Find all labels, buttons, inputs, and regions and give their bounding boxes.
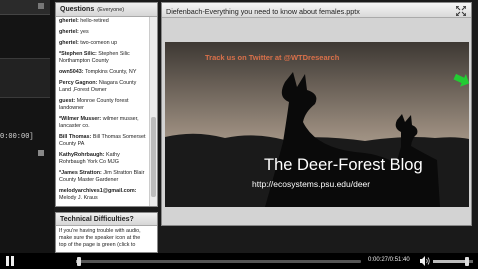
technical-text: If you're having trouble with audio, mak… xyxy=(59,228,141,248)
fullscreen-icon[interactable] xyxy=(456,6,466,16)
question-text: Tompkins County, NY xyxy=(84,69,137,75)
volume-handle[interactable] xyxy=(465,257,469,266)
pause-icon[interactable] xyxy=(4,256,16,266)
green-arrow-icon xyxy=(453,73,470,87)
volume-fill xyxy=(433,260,467,263)
question-author: ghertel: xyxy=(59,40,79,46)
question-item: *Stephen Silic: Stephen Silic Northampto… xyxy=(59,51,146,65)
left-panel-strip: 0:00:00] xyxy=(0,0,54,253)
timer-text: 0:00:00] xyxy=(0,133,34,141)
question-item: Bill Thomas: Bill Thomas Somerset County… xyxy=(59,134,146,148)
question-author: Percy Gagnon: xyxy=(59,80,98,86)
questions-list[interactable]: ghertel: hello-retired ghertel: yes gherte… xyxy=(56,17,149,206)
questions-header: Questions (Everyone) xyxy=(56,3,157,17)
questions-title: Questions xyxy=(60,6,95,13)
left-timer-panel: 0:00:00] xyxy=(0,58,50,141)
question-item: *James Stratton: Jim Stratton Blair Coun… xyxy=(59,170,146,184)
question-item: melodyarchives1@gmail.com: Melody J. Kra… xyxy=(59,188,146,202)
speaker-icon[interactable] xyxy=(420,256,430,266)
blog-url: http://ecosystems.psu.edu/deer xyxy=(252,179,371,189)
questions-scrollbar[interactable] xyxy=(149,17,157,206)
technical-header: Technical Difficulties? xyxy=(56,213,157,226)
progress-handle[interactable] xyxy=(76,257,81,266)
question-item: own5043: Tompkins County, NY xyxy=(59,69,146,76)
question-author: Bill Thomas: xyxy=(59,134,92,140)
twitter-caption: Track us on Twitter at @WTDresearch xyxy=(205,53,340,62)
question-item: KathyRohrbaugh: Kathy Rohrbaugh York Co … xyxy=(59,152,146,166)
question-item: guest: Monroe County forest landowner xyxy=(59,98,146,112)
question-author: ghertel: xyxy=(59,18,79,24)
presentation-title: Diefenbach-Everything you need to know a… xyxy=(162,3,471,18)
question-item: ghertel: two-comeon up xyxy=(59,40,146,47)
question-author: KathyRohrbaugh: xyxy=(59,152,105,158)
question-item: ghertel: yes xyxy=(59,29,146,36)
question-text: hello-retired xyxy=(80,18,109,24)
playback-bar: 0:00:27/0:51:40 xyxy=(0,253,478,269)
questions-pod: Questions (Everyone) ghertel: hello-retir… xyxy=(55,2,158,207)
technical-difficulties-pod: Technical Difficulties? If you're having… xyxy=(55,212,158,253)
volume-slider[interactable] xyxy=(433,257,473,266)
question-author: own5043: xyxy=(59,69,84,75)
question-item: Percy Gagnon: Niagara County Land ,Fores… xyxy=(59,80,146,94)
question-text: Melody J. Kraus xyxy=(59,195,98,201)
question-item: ghertel: hello-retired xyxy=(59,18,146,25)
questions-audience: (Everyone) xyxy=(97,7,125,13)
question-author: *Wilmer Musser: xyxy=(59,116,102,122)
question-author: *Stephen Silic: xyxy=(59,51,97,57)
question-author: *James Stratton: xyxy=(59,170,102,176)
blog-title: The Deer-Forest Blog xyxy=(264,156,423,174)
playback-timecode: 0:00:27/0:51:40 xyxy=(368,257,410,263)
question-item: *Wilmer Musser: wilmer musser, lancaster… xyxy=(59,116,146,130)
question-text: two-comeon up xyxy=(80,40,118,46)
question-author: ghertel: xyxy=(59,29,79,35)
question-author: guest: xyxy=(59,98,76,104)
presentation-pod: Diefenbach-Everything you need to know a… xyxy=(161,2,472,226)
question-text: yes xyxy=(80,29,89,35)
collapse-icon[interactable] xyxy=(38,3,44,9)
progress-bar[interactable] xyxy=(76,257,361,266)
scroll-handle-icon[interactable] xyxy=(38,150,44,156)
slide-canvas: Track us on Twitter at @WTDresearch The … xyxy=(165,42,469,207)
left-panel-header xyxy=(0,0,50,15)
questions-scroll-thumb[interactable] xyxy=(151,117,156,197)
question-author: melodyarchives1@gmail.com: xyxy=(59,188,137,194)
